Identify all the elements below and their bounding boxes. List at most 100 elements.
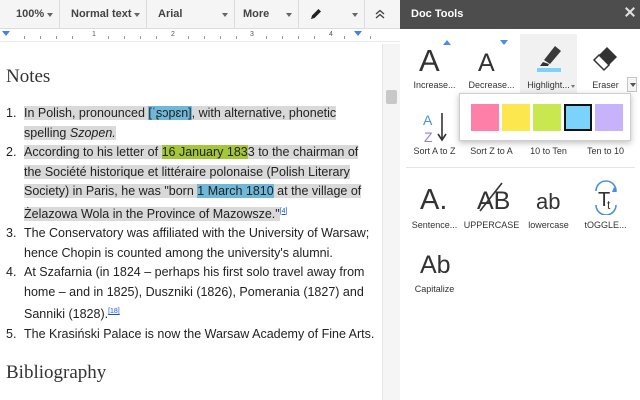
highlight-color-palette xyxy=(459,93,631,141)
notes-list: 1. In Polish, pronounced [ˈʂɔpɛn], with … xyxy=(6,104,378,344)
eraser-options-dropdown[interactable] xyxy=(627,77,637,92)
close-icon[interactable] xyxy=(624,6,636,18)
note-text: According to his letter of xyxy=(24,145,162,159)
bibliography-heading: Bibliography xyxy=(6,362,107,383)
color-swatch-purple[interactable] xyxy=(595,104,623,131)
ruler-number: 2 xyxy=(171,31,175,38)
tool-label: Increase... xyxy=(413,80,456,90)
lowercase-icon: ab xyxy=(536,189,560,214)
ruler-number: 1 xyxy=(92,31,96,38)
lowercase-button[interactable]: ab lowercase xyxy=(520,174,577,238)
font-dropdown[interactable]: Arial xyxy=(147,0,235,29)
date-highlight-blue: 1 March 1810 xyxy=(197,184,274,198)
notes-heading: Notes xyxy=(6,66,51,87)
uppercase-button[interactable]: AB UPPERCASE xyxy=(463,174,520,238)
left-indent-marker[interactable] xyxy=(2,31,10,36)
tool-label: Sort A to Z xyxy=(413,146,456,156)
citation-link[interactable]: [18] xyxy=(108,308,120,315)
capitalize-icon: Ab xyxy=(420,251,451,279)
pen-icon xyxy=(311,9,321,19)
ruler-number: 3 xyxy=(250,31,254,38)
zoom-value: 100% xyxy=(16,8,45,20)
eraser-icon xyxy=(592,47,617,72)
highlight-button[interactable]: Highlight... xyxy=(520,34,577,98)
document-page[interactable]: Notes 1. In Polish, pronounced [ˈʂɔpɛn],… xyxy=(0,44,382,400)
tool-label: Decrease... xyxy=(468,80,515,90)
sentence-case-button[interactable]: A. Sentence... xyxy=(406,174,463,238)
chevron-down-icon xyxy=(47,12,53,17)
uppercase-icon: AB xyxy=(477,182,510,215)
sentence-glyph: A. xyxy=(420,184,447,215)
tool-label: tOGGLE... xyxy=(584,220,627,230)
tool-label: 10 to Ten xyxy=(530,146,567,156)
tool-label: lowercase xyxy=(528,220,569,230)
increase-glyph: A xyxy=(419,43,440,75)
section-divider xyxy=(406,167,635,168)
list-item[interactable]: 4. At Szafarnia (in 1824 – perhaps his f… xyxy=(6,263,378,325)
decrease-font-button[interactable]: A Decrease... xyxy=(463,34,520,98)
editing-mode-dropdown[interactable] xyxy=(299,0,365,29)
chevron-down-icon xyxy=(352,12,358,17)
note-text: The Conservatory was affiliated with the… xyxy=(24,226,370,260)
list-number: 5. xyxy=(6,326,17,341)
date-highlight-green: 16 January 183 xyxy=(161,145,248,159)
list-item[interactable]: 3. The Conservatory was affiliated with … xyxy=(6,224,378,263)
list-item[interactable]: 1. In Polish, pronounced [ˈʂɔpɛn], with … xyxy=(6,104,378,143)
lowercase-glyph: ab xyxy=(536,189,560,214)
chevron-down-icon xyxy=(286,12,292,17)
right-indent-marker[interactable] xyxy=(354,31,362,36)
ruler: 1 2 3 4 xyxy=(0,30,400,42)
sidebar-title: Doc Tools xyxy=(411,8,464,20)
list-number: 4. xyxy=(6,265,17,280)
capitalize-glyph: Ab xyxy=(420,251,451,279)
scrollbar-thumb[interactable] xyxy=(386,90,397,104)
increase-font-button[interactable]: A Increase... xyxy=(406,34,463,98)
paragraph-style-value: Normal text xyxy=(71,8,132,20)
increase-font-icon: A xyxy=(419,40,451,75)
list-number: 1. xyxy=(6,106,17,120)
doc-tools-sidebar: Doc Tools A Increase... A Decrease... Hi… xyxy=(400,0,640,400)
list-item[interactable]: 2. According to his letter of 16 January… xyxy=(6,143,378,224)
paragraph-style-dropdown[interactable]: Normal text xyxy=(60,0,147,29)
tool-label: Ten to 10 xyxy=(586,146,625,156)
list-item[interactable]: 5. The Krasiński Palace is now the Warsa… xyxy=(6,325,378,345)
collapse-chevron-icon xyxy=(375,9,385,19)
sort-glyph-a: A xyxy=(423,112,433,128)
chevron-down-icon xyxy=(134,12,140,17)
color-swatch-yellow[interactable] xyxy=(502,104,530,131)
list-number: 3. xyxy=(6,226,17,241)
more-dropdown[interactable]: More xyxy=(235,0,299,29)
note-text: At Szafarnia (in 1824 – perhaps his firs… xyxy=(24,265,365,322)
note-text: In Polish, pronounced xyxy=(24,106,149,120)
tool-label: Capitalize xyxy=(414,284,455,294)
vertical-scrollbar[interactable] xyxy=(382,44,400,400)
sort-a-to-z-button[interactable]: A Z Sort A to Z xyxy=(406,98,463,162)
chevron-down-icon xyxy=(630,83,636,87)
tool-label: UPPERCASE xyxy=(463,220,520,230)
collapse-toolbar-button[interactable] xyxy=(365,0,395,29)
highlighter-icon xyxy=(536,46,561,72)
note-text: The Krasiński Palace is now the Warsaw A… xyxy=(24,326,375,341)
toggle-case-icon: T t xyxy=(594,180,617,215)
citation-link[interactable]: [4] xyxy=(280,208,288,215)
chevron-down-icon xyxy=(571,85,575,88)
ruler-number: 4 xyxy=(329,31,333,38)
toggle-case-button[interactable]: T t tOGGLE... xyxy=(577,174,634,238)
tool-label: Sort Z to A xyxy=(470,146,513,156)
capitalize-button[interactable]: Ab Capitalize xyxy=(406,238,463,302)
color-swatch-blue[interactable] xyxy=(564,104,592,131)
chevron-down-icon xyxy=(222,12,228,17)
color-swatch-pink[interactable] xyxy=(471,104,499,131)
note-text-italic: Szopen. xyxy=(69,125,116,140)
eraser-button[interactable]: Eraser xyxy=(577,34,634,98)
tool-label: Highlight... xyxy=(527,80,570,90)
toggle-glyph-small: t xyxy=(607,198,611,212)
document-editor: 100% Normal text Arial More 1 2 3 4 Note… xyxy=(0,0,400,400)
sort-a-to-z-icon: A Z xyxy=(423,112,447,145)
zoom-dropdown[interactable]: 100% xyxy=(0,0,60,29)
color-swatch-green[interactable] xyxy=(533,104,561,131)
more-label: More xyxy=(243,8,270,20)
decrease-glyph: A xyxy=(478,49,495,75)
uppercase-glyph: AB xyxy=(477,187,510,215)
list-number: 2. xyxy=(6,145,17,159)
